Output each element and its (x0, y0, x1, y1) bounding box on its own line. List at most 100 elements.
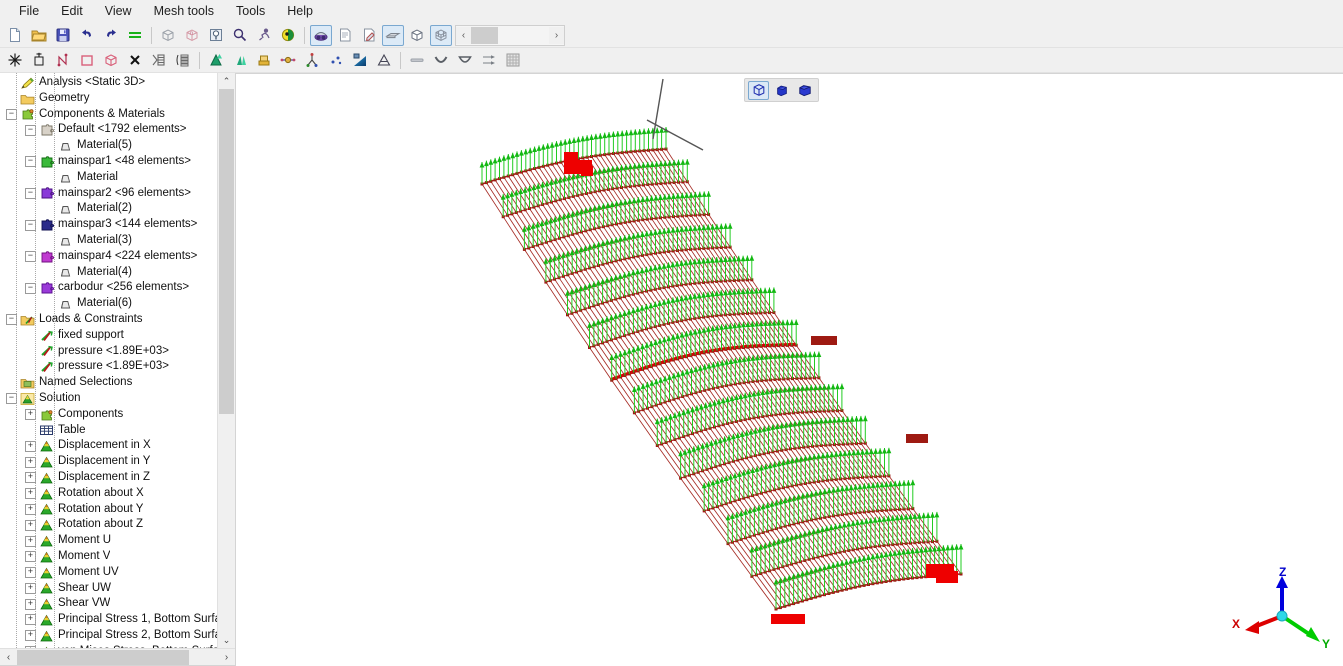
tree-item-pressure-2[interactable]: pressure <1.89E+03> (0, 359, 217, 375)
tree-item-table[interactable]: Table (0, 423, 217, 439)
new-file-icon[interactable] (4, 25, 26, 46)
tree-item-rotation-z[interactable]: + Rotation about Z (0, 517, 217, 533)
tree-item-von-mises-stress[interactable]: +von Mises Stress, Bottom Surface (0, 644, 217, 648)
tree-item-displacement-y[interactable]: + Displacement in Y (0, 454, 217, 470)
tree-item-carbodur[interactable]: − carbodur <256 elements> (0, 280, 217, 296)
cube-solid-icon[interactable] (406, 25, 428, 46)
menu-help[interactable]: Help (276, 1, 324, 21)
tree-item-fixed-support[interactable]: fixed support (0, 328, 217, 344)
page-edit-icon[interactable] (358, 25, 380, 46)
menu-mesh-tools[interactable]: Mesh tools (143, 1, 225, 21)
cube-node-icon[interactable]: n (181, 25, 203, 46)
toolbar-scroll-track[interactable] (471, 26, 549, 44)
bar-icon[interactable] (406, 50, 428, 71)
tree-item-mainspar1[interactable]: − mainspar1 <48 elements> (0, 154, 217, 170)
tree-item-solution-components[interactable]: + Components (0, 407, 217, 423)
tree-item-mainspar2[interactable]: − mainspar2 <96 elements> (0, 186, 217, 202)
element-link-icon[interactable] (52, 50, 74, 71)
scroll-up-icon[interactable]: ⌃ (218, 73, 235, 89)
tree-item-shear-uw[interactable]: + Shear UW (0, 581, 217, 597)
tree-item-named-selections[interactable]: Named Selections (0, 375, 217, 391)
tree-vscroll-track[interactable] (218, 89, 235, 632)
menu-view[interactable]: View (94, 1, 143, 21)
tree-item-material-4[interactable]: Material(4) (0, 265, 217, 281)
menu-edit[interactable]: Edit (50, 1, 94, 21)
red-cube-icon[interactable] (100, 50, 122, 71)
picker-icon[interactable] (205, 25, 227, 46)
node-box-icon[interactable] (28, 50, 50, 71)
tree-guide-line (54, 73, 55, 648)
render-shaded-icon[interactable] (310, 24, 332, 46)
tree-item-mainspar4[interactable]: − mainspar4 <224 elements> (0, 249, 217, 265)
arrows-icon[interactable] (478, 50, 500, 71)
tree-item-rotation-x[interactable]: + Rotation about X (0, 486, 217, 502)
undo-arrow-icon[interactable] (76, 25, 98, 46)
tree-item-default[interactable]: − Default <1792 elements> (0, 122, 217, 138)
tree-item-material-3[interactable]: Material(3) (0, 233, 217, 249)
layers-icon[interactable] (172, 50, 194, 71)
measure-icon[interactable] (148, 50, 170, 71)
page-note-icon[interactable] (334, 25, 356, 46)
grid-icon[interactable] (502, 50, 524, 71)
dots-icon[interactable] (325, 50, 347, 71)
scroll-right-icon[interactable]: › (218, 650, 235, 665)
square-outline-icon[interactable] (76, 50, 98, 71)
tree-item-material-2[interactable]: Material(2) (0, 201, 217, 217)
tree-item-moment-uv[interactable]: + Moment UV (0, 565, 217, 581)
green-lines-icon[interactable] (124, 25, 146, 46)
tree-item-material-5[interactable]: Material(5) (0, 138, 217, 154)
plate-icon[interactable] (382, 24, 404, 46)
tree-item-components-materials[interactable]: − Components & Materials (0, 107, 217, 123)
save-disk-icon[interactable] (52, 25, 74, 46)
redo-arrow-icon[interactable] (100, 25, 122, 46)
cube-wire-icon[interactable] (157, 25, 179, 46)
tree-item-displacement-z[interactable]: + Displacement in Z (0, 470, 217, 486)
scroll-down-icon[interactable]: ⌄ (218, 632, 235, 648)
tree-item-solution[interactable]: − Solution (0, 391, 217, 407)
menu-file[interactable]: File (8, 1, 50, 21)
delete-x-icon[interactable] (124, 50, 146, 71)
3d-viewport[interactable]: Z X Y (236, 73, 1343, 666)
tree-item-principal-stress-1[interactable]: + Principal Stress 1, Bottom Surface (0, 612, 217, 628)
tree-vertical-scrollbar[interactable]: ⌃ ⌄ (217, 73, 235, 648)
tree-item-material[interactable]: Material (0, 170, 217, 186)
tree-item-principal-stress-2[interactable]: + Principal Stress 2, Bottom Surface (0, 628, 217, 644)
bearing-icon[interactable] (277, 50, 299, 71)
scroll-left-icon[interactable]: ‹ (0, 650, 17, 665)
tree-horizontal-scrollbar[interactable]: ‹ › (0, 648, 235, 665)
triangle-outline-icon[interactable] (373, 50, 395, 71)
tree-item-shear-vw[interactable]: + Shear VW (0, 596, 217, 612)
tree-item-mainspar3[interactable]: − mainspar3 <144 elements> (0, 217, 217, 233)
tree-item-displacement-x[interactable]: + Displacement in X (0, 438, 217, 454)
model-tree-list[interactable]: Analysis <Static 3D> Geometry − Components … (0, 73, 217, 648)
tree-hscroll-track[interactable] (17, 649, 218, 665)
tri-up-icon[interactable] (205, 50, 227, 71)
node-tree-icon[interactable] (301, 50, 323, 71)
tree-vscroll-thumb[interactable] (219, 89, 234, 414)
runner-icon[interactable] (253, 25, 275, 46)
tri-pair-icon[interactable] (229, 50, 251, 71)
gradient-icon[interactable] (349, 50, 371, 71)
open-folder-icon[interactable] (28, 25, 50, 46)
gold-stack-icon[interactable] (253, 50, 275, 71)
tree-item-rotation-y[interactable]: + Rotation about Y (0, 502, 217, 518)
menu-tools[interactable]: Tools (225, 1, 276, 21)
magnifier-icon[interactable] (229, 25, 251, 46)
tree-item-moment-v[interactable]: + Moment V (0, 549, 217, 565)
tree-item-pressure-1[interactable]: pressure <1.89E+03> (0, 344, 217, 360)
tree-hscroll-thumb[interactable] (17, 649, 189, 665)
cube-mesh-icon[interactable] (430, 24, 452, 46)
sphere-cut-icon[interactable] (277, 25, 299, 46)
tree-item-moment-u[interactable]: + Moment U (0, 533, 217, 549)
tree-item-geometry[interactable]: Geometry (0, 91, 217, 107)
curve-icon[interactable] (430, 50, 452, 71)
tree-item-material-6[interactable]: Material(6) (0, 296, 217, 312)
toolbar-scroll-thumb[interactable] (471, 26, 498, 44)
tree-item-analysis[interactable]: Analysis <Static 3D> (0, 75, 217, 91)
starburst-icon[interactable] (4, 50, 26, 71)
toolbar-scroll-left-icon[interactable]: ‹ (456, 26, 471, 44)
toolbar-scrollbar[interactable]: ‹ › (455, 24, 565, 46)
tree-item-loads-constraints[interactable]: − Loads & Constraints (0, 312, 217, 328)
toolbar-scroll-right-icon[interactable]: › (549, 26, 564, 44)
shell-icon[interactable] (454, 50, 476, 71)
